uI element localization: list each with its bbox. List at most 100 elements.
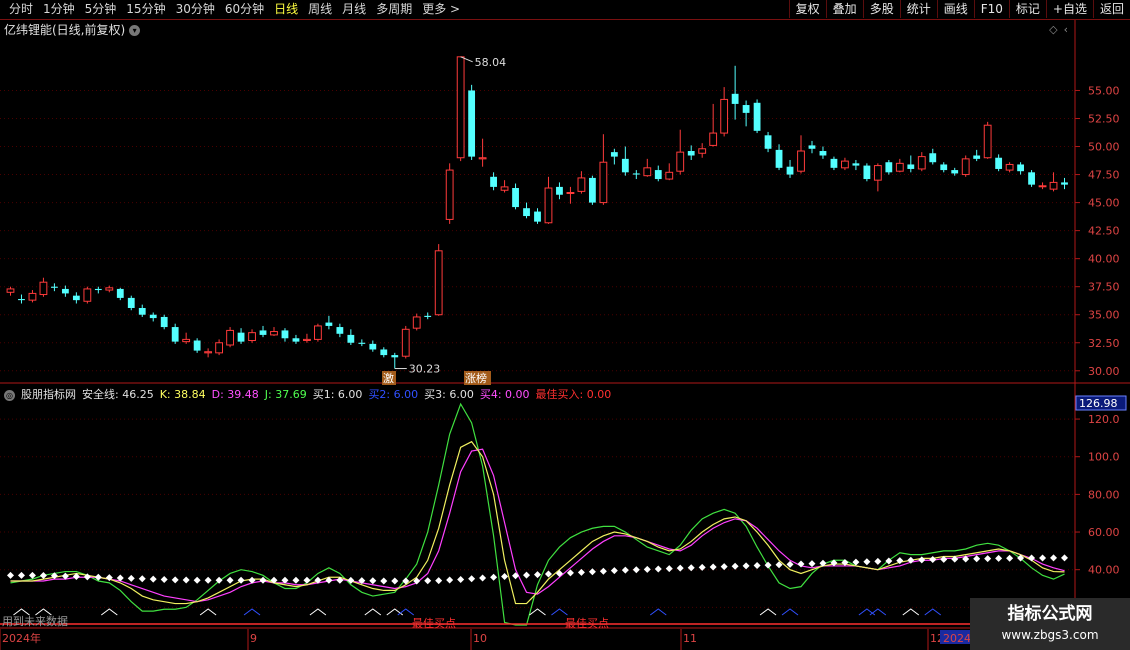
candle-body-down <box>852 163 860 166</box>
candle-body-down <box>149 314 157 319</box>
candle-body-down <box>1017 164 1024 172</box>
safe-line-point <box>808 560 816 568</box>
safe-line-point <box>709 563 717 571</box>
buy1-value: 买1: 6.00 <box>312 388 363 401</box>
candle-body-down <box>490 176 497 187</box>
buy-signal-mark <box>924 608 942 616</box>
safe-line-point <box>1061 554 1069 562</box>
candle-body-down <box>424 315 432 317</box>
buy-signal-mark <box>649 608 667 616</box>
candle-body-up <box>1038 185 1047 188</box>
safe-line-point <box>1028 554 1036 562</box>
price-tick-label: 50.00 <box>1088 141 1120 154</box>
candle-body-down <box>193 340 201 351</box>
price-tick-label: 52.50 <box>1088 112 1120 125</box>
candle-body-up <box>665 171 674 180</box>
safe-line-point <box>665 565 673 573</box>
safe-line-point <box>731 562 739 570</box>
candle-body-down <box>512 188 519 208</box>
candle-body-up <box>105 287 114 291</box>
safe-line-point <box>753 562 761 570</box>
candle-body-up <box>314 325 322 340</box>
candle-body-up <box>445 169 454 220</box>
buy-signal-mark <box>529 608 546 616</box>
candle-body-down <box>654 170 662 180</box>
low-marker-label: 30.23 <box>409 363 441 376</box>
candle-body-down <box>687 151 695 156</box>
safe-line-point <box>380 577 388 585</box>
candle-body-up <box>412 316 421 329</box>
safe-line-point <box>160 575 168 583</box>
safe-line-point <box>621 566 629 574</box>
candle-body-down <box>621 158 629 173</box>
buy4-value: 买4: 0.00 <box>479 388 530 401</box>
safe-line-point <box>720 563 728 571</box>
safe-line-point <box>610 567 618 575</box>
buy-signal-mark <box>243 608 261 616</box>
candle-body-down <box>127 297 135 308</box>
safe-line-point <box>654 565 662 573</box>
safe-line-point <box>424 577 432 585</box>
watermark-title: 指标公式网 <box>1007 604 1093 624</box>
current-value-label: 126.98 <box>1079 397 1118 410</box>
candle-body-up <box>873 165 882 181</box>
safe-line-point <box>687 564 695 572</box>
candle-body-down <box>369 343 377 350</box>
buy3-value: 买3: 6.00 <box>424 388 474 401</box>
candle-body-up <box>698 148 707 154</box>
candle-body-up <box>204 351 213 354</box>
candle-body-down <box>51 286 58 288</box>
candle-body-down <box>742 105 750 113</box>
candle-body-up <box>577 177 586 192</box>
candle-body-up <box>83 288 92 302</box>
indicator-tick-label: 80.00 <box>1088 488 1120 501</box>
price-ticks: 55.00 52.50 50.00 47.50 45.00 42.50 40.00 37.50… <box>1075 84 1120 378</box>
candle-body-up <box>917 156 926 170</box>
d-line <box>10 448 1065 603</box>
candle-body-down <box>72 295 80 301</box>
safe-line-point <box>863 558 871 566</box>
candle-body-down <box>391 355 399 358</box>
candle-body-down <box>731 93 739 104</box>
safe-line-point <box>599 567 607 575</box>
candle-body-down <box>534 211 541 222</box>
safe-line-point <box>457 575 465 583</box>
candle-body-up <box>215 342 224 354</box>
safe-line-point <box>523 571 531 579</box>
safe-line-point <box>742 562 750 570</box>
safe-line-point <box>468 575 476 583</box>
price-tick-label: 40.00 <box>1088 253 1120 266</box>
candle-body-up <box>895 162 904 172</box>
price-tick-label: 45.00 <box>1088 197 1120 210</box>
candle-body-down <box>94 288 102 291</box>
buy-signal-mark <box>364 608 382 616</box>
event-tag-2: 涨榜 <box>465 371 487 385</box>
candle-body-up <box>544 187 553 224</box>
d-value: D: 39.48 <box>211 388 259 401</box>
candle-body-up <box>270 331 278 336</box>
kline-chart[interactable]: 55.00 52.50 50.00 47.50 45.00 42.50 40.00 37.50… <box>0 0 1130 650</box>
price-tick-label: 47.50 <box>1088 169 1120 182</box>
safe-line-point <box>676 564 684 572</box>
safe-line-point <box>973 555 981 563</box>
safe-line-point <box>17 571 25 579</box>
candle-body-down <box>885 162 893 173</box>
candle-body-down <box>764 135 772 149</box>
safe-line-point <box>391 577 399 585</box>
safe-line-point <box>6 571 14 579</box>
date-axis: 2024年 9 10 11 12 2024/ <box>0 629 976 650</box>
indicator-name[interactable]: 股朋指标网 <box>21 388 76 401</box>
candle-body-down <box>61 288 69 294</box>
safe-line-point <box>534 571 541 579</box>
safe-line-point <box>292 576 300 584</box>
price-tick-label: 30.00 <box>1088 365 1120 378</box>
safe-line-point <box>918 556 926 564</box>
buy-signal-mark <box>386 608 404 616</box>
date-label: 10 <box>473 632 487 645</box>
gear-icon[interactable]: ◎ <box>4 389 15 401</box>
safe-line-point <box>874 557 882 565</box>
candle-body-down <box>995 157 1003 169</box>
safe-line-point <box>479 574 487 582</box>
safe-line-point <box>929 556 937 564</box>
safe-line-point <box>984 555 992 563</box>
